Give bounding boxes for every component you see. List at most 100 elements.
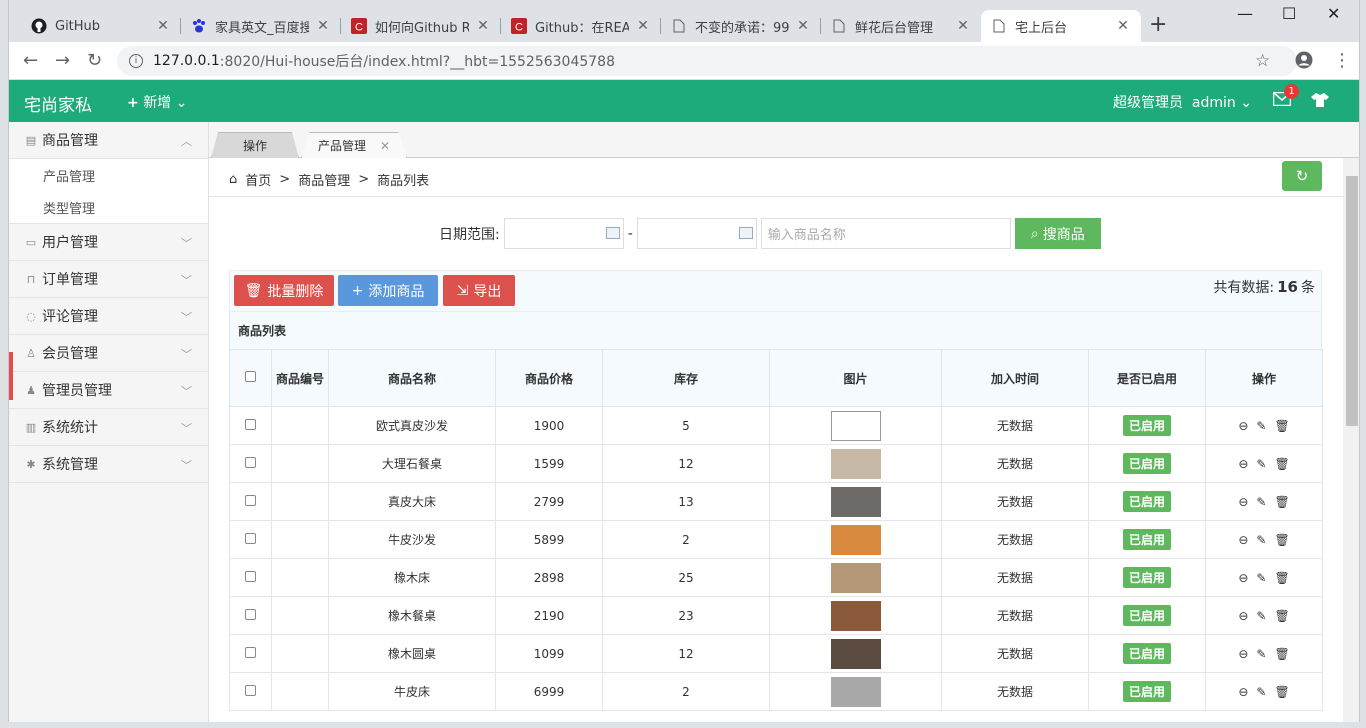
disable-icon[interactable]: ⊖ <box>1238 533 1248 547</box>
skin-tshirt-icon[interactable] <box>1311 93 1329 111</box>
trash-icon[interactable]: 🗑 <box>1274 495 1289 509</box>
row-checkbox[interactable] <box>245 418 256 430</box>
table-row: 橡木餐桌 2190 23 无数据 已启用 ⊖ ✎ 🗑 <box>229 596 1323 635</box>
sidebar-item-system[interactable]: ✱ 系统管理 ﹀ <box>9 446 208 483</box>
window-close-icon[interactable]: ✕ <box>1327 4 1340 23</box>
batch-delete-button[interactable]: 🗑 批量删除 <box>234 275 334 306</box>
edit-pencil-icon[interactable]: ✎ <box>1256 647 1266 661</box>
minimize-icon[interactable]: — <box>1237 4 1253 23</box>
browser-tab[interactable]: 不变的承诺：99校 ✕ <box>661 10 821 42</box>
product-image[interactable] <box>830 638 881 669</box>
row-checkbox[interactable] <box>245 646 256 658</box>
disable-icon[interactable]: ⊖ <box>1238 419 1248 433</box>
edit-pencil-icon[interactable]: ✎ <box>1256 495 1266 509</box>
sidebar-subitem-types[interactable]: 类型管理 <box>9 191 208 223</box>
close-icon[interactable]: ✕ <box>955 18 971 34</box>
row-checkbox[interactable] <box>245 684 256 696</box>
close-icon[interactable]: ✕ <box>1115 18 1131 34</box>
close-icon[interactable]: ✕ <box>475 18 491 34</box>
disable-icon[interactable]: ⊖ <box>1238 457 1248 471</box>
browser-tab[interactable]: GitHub ✕ <box>21 10 181 42</box>
date-end-input[interactable] <box>636 218 757 249</box>
browser-tab[interactable]: 家具英文_百度搜索 ✕ <box>181 10 341 42</box>
sidebar-item-goods[interactable]: ▤ 商品管理 ︿ <box>9 122 208 159</box>
export-button[interactable]: ⇲ 导出 <box>443 275 515 306</box>
disable-icon[interactable]: ⊖ <box>1238 647 1248 661</box>
add-product-button[interactable]: + 添加商品 <box>338 275 438 306</box>
browser-tab[interactable]: C 如何向Github READ ✕ <box>341 10 501 42</box>
product-image[interactable] <box>830 562 881 593</box>
sidebar-item-users[interactable]: ▭ 用户管理 ﹀ <box>9 224 208 261</box>
logo[interactable]: 宅尚家私 <box>24 91 92 116</box>
bookmark-star-icon[interactable]: ☆ <box>1255 51 1270 71</box>
sidebar-item-stats[interactable]: ▥ 系统统计 ﹀ <box>9 409 208 446</box>
trash-icon[interactable]: 🗑 <box>1274 685 1289 699</box>
disable-icon[interactable]: ⊖ <box>1238 571 1248 585</box>
row-checkbox[interactable] <box>245 532 256 544</box>
browser-tab[interactable]: C Github：在READ ✕ <box>501 10 661 42</box>
menu-kebab-icon[interactable]: ⋮ <box>1333 51 1351 71</box>
disable-icon[interactable]: ⊖ <box>1238 609 1248 623</box>
close-icon[interactable]: ✕ <box>795 18 811 34</box>
row-checkbox[interactable] <box>245 494 256 506</box>
sidebar-item-comments[interactable]: ◌ 评论管理 ﹀ <box>9 298 208 335</box>
product-image[interactable] <box>830 676 881 707</box>
sidebar-subitem-products[interactable]: 产品管理 <box>9 159 208 191</box>
product-image[interactable] <box>830 410 881 441</box>
reload-icon[interactable]: ↻ <box>87 51 102 71</box>
edit-pencil-icon[interactable]: ✎ <box>1256 533 1266 547</box>
sidebar-item-members[interactable]: ♙ 会员管理 ﹀ <box>9 335 208 372</box>
profile-icon[interactable] <box>1295 51 1313 74</box>
row-checkbox[interactable] <box>245 570 256 582</box>
edit-pencil-icon[interactable]: ✎ <box>1256 457 1266 471</box>
product-image[interactable] <box>830 600 881 631</box>
disable-icon[interactable]: ⊖ <box>1238 685 1248 699</box>
info-icon[interactable]: i <box>129 54 143 68</box>
edit-pencil-icon[interactable]: ✎ <box>1256 571 1266 585</box>
breadcrumb-home[interactable]: 首页 <box>245 170 271 189</box>
close-icon[interactable]: ✕ <box>315 18 331 34</box>
date-start-input[interactable] <box>503 218 624 249</box>
back-icon[interactable]: ← <box>23 51 38 71</box>
edit-pencil-icon[interactable]: ✎ <box>1256 609 1266 623</box>
user-menu[interactable]: 超级管理员 admin ⌄ <box>1113 92 1252 112</box>
export-icon: ⇲ <box>456 282 469 299</box>
trash-icon[interactable]: 🗑 <box>1274 609 1289 623</box>
chevron-down-icon: ﹀ <box>181 237 192 250</box>
sidebar-item-orders[interactable]: ⊓ 订单管理 ﹀ <box>9 261 208 298</box>
browser-tab[interactable]: 鲜花后台管理 ✕ <box>821 10 981 42</box>
sidebar-item-admins[interactable]: ♟ 管理员管理 ﹀ <box>9 372 208 409</box>
edit-pencil-icon[interactable]: ✎ <box>1256 685 1266 699</box>
scrollbar[interactable] <box>1343 158 1359 722</box>
trash-icon[interactable]: 🗑 <box>1274 533 1289 547</box>
close-icon[interactable]: ✕ <box>380 139 390 153</box>
url-input[interactable]: i 127.0.0.1:8020/Hui-house后台/index.html?… <box>117 46 1297 76</box>
select-all-checkbox[interactable] <box>245 371 256 382</box>
new-tab-icon[interactable]: + <box>1149 12 1167 38</box>
product-image[interactable] <box>830 486 881 517</box>
close-icon[interactable]: ✕ <box>155 18 171 34</box>
trash-icon[interactable]: 🗑 <box>1274 571 1289 585</box>
refresh-button[interactable]: ↻ <box>1282 161 1322 191</box>
trash-icon[interactable]: 🗑 <box>1274 457 1289 471</box>
tab-product-management[interactable]: 产品管理 ✕ <box>301 132 407 158</box>
trash-icon[interactable]: 🗑 <box>1274 647 1289 661</box>
browser-tab-active[interactable]: 宅上后台 ✕ <box>981 10 1141 42</box>
product-name-input[interactable]: 输入商品名称 <box>760 218 1011 249</box>
maximize-icon[interactable]: ☐ <box>1282 4 1296 23</box>
tab-operation[interactable]: 操作 <box>211 132 299 158</box>
forward-icon[interactable]: → <box>55 51 70 71</box>
trash-icon[interactable]: 🗑 <box>1274 419 1289 433</box>
disable-icon[interactable]: ⊖ <box>1238 495 1248 509</box>
product-image[interactable] <box>830 448 881 479</box>
breadcrumb-goods[interactable]: 商品管理 <box>298 170 350 189</box>
row-checkbox[interactable] <box>245 456 256 468</box>
product-image[interactable] <box>830 524 881 555</box>
edit-pencil-icon[interactable]: ✎ <box>1256 419 1266 433</box>
search-button[interactable]: ⌕ 搜商品 <box>1014 218 1101 249</box>
close-icon[interactable]: ✕ <box>635 18 651 34</box>
action-toolbar: 🗑 批量删除 + 添加商品 ⇲ 导出 共有数据: 16 条 <box>229 270 1322 312</box>
scrollbar-thumb[interactable] <box>1346 176 1358 426</box>
row-checkbox[interactable] <box>245 608 256 620</box>
add-new-menu[interactable]: + 新增 ⌄ <box>127 92 187 112</box>
